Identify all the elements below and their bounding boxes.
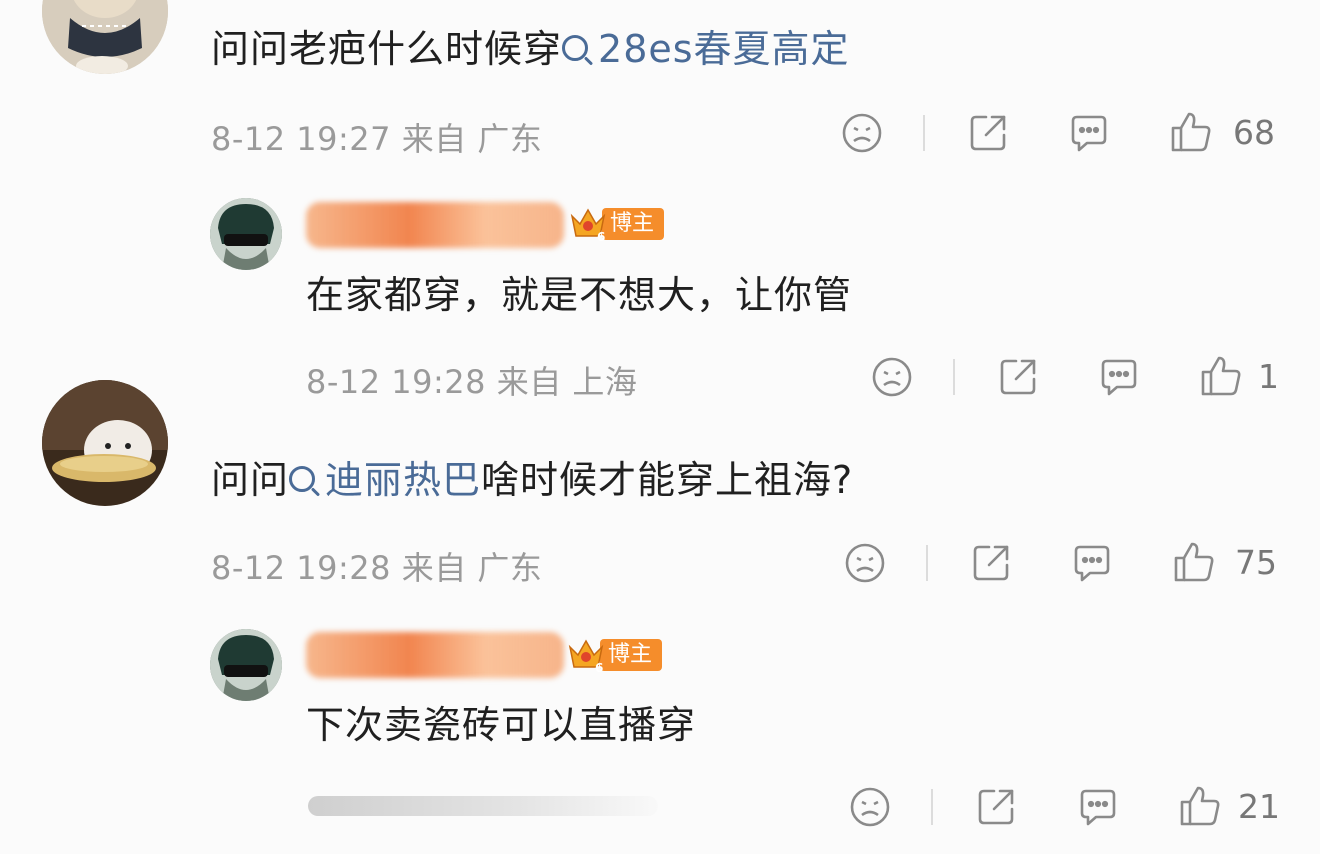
vip-badge: 6 博主 <box>568 204 665 244</box>
like-count: 1 <box>1258 357 1279 396</box>
user-name[interactable] <box>306 632 564 678</box>
search-icon <box>562 35 589 61</box>
comment-icon[interactable] <box>1076 785 1120 829</box>
like-count: 68 <box>1233 113 1275 152</box>
reply-meta-placeholder <box>308 796 658 816</box>
thumb-up-icon[interactable] <box>1199 354 1243 398</box>
comment-text: 问问老疤什么时候穿 28es春夏高定 <box>211 27 850 71</box>
crown-icon: 6 <box>568 204 608 244</box>
comment-icon[interactable] <box>1067 111 1111 155</box>
reply-text: 在家都穿，就是不想大，让你管 <box>306 273 853 317</box>
sad-face-icon[interactable] <box>848 785 892 829</box>
sad-face-icon[interactable] <box>840 111 884 155</box>
badge-label: 博主 <box>602 208 665 240</box>
divider <box>931 789 933 825</box>
comment-text: 问问 迪丽热巴啥时候才能穿上祖海? <box>211 458 854 502</box>
avatar[interactable] <box>42 380 168 506</box>
comment-meta: 8-12 19:28 来自 广东 <box>211 549 543 587</box>
sad-face-icon[interactable] <box>843 541 887 585</box>
avatar[interactable] <box>42 0 168 74</box>
sad-face-icon[interactable] <box>870 355 914 399</box>
comment-icon[interactable] <box>1070 541 1114 585</box>
svg-text:6: 6 <box>597 230 605 244</box>
crown-icon: 6 <box>566 635 606 675</box>
comment-meta: 8-12 19:27 来自 广东 <box>211 120 543 158</box>
like-count: 21 <box>1238 787 1280 826</box>
topic-link[interactable]: 28es春夏高定 <box>562 27 850 71</box>
avatar[interactable] <box>210 198 282 270</box>
reply-text: 下次卖瓷砖可以直播穿 <box>306 703 697 747</box>
divider <box>923 115 925 151</box>
share-icon[interactable] <box>974 785 1018 829</box>
avatar[interactable] <box>210 629 282 701</box>
share-icon[interactable] <box>996 355 1040 399</box>
reply-meta: 8-12 19:28 来自 上海 <box>306 363 638 401</box>
like-count: 75 <box>1235 543 1277 582</box>
thumb-up-icon[interactable] <box>1178 784 1222 828</box>
share-icon[interactable] <box>966 111 1010 155</box>
vip-badge: 6 博主 <box>566 635 663 675</box>
thumb-up-icon[interactable] <box>1169 110 1213 154</box>
thumb-up-icon[interactable] <box>1172 540 1216 584</box>
comment-icon[interactable] <box>1097 355 1141 399</box>
svg-text:6: 6 <box>595 661 603 675</box>
badge-label: 博主 <box>600 639 663 671</box>
divider <box>953 359 955 395</box>
share-icon[interactable] <box>969 541 1013 585</box>
search-icon <box>289 466 316 492</box>
topic-link[interactable]: 迪丽热巴 <box>289 458 481 502</box>
user-name[interactable] <box>306 202 564 248</box>
divider <box>926 545 928 581</box>
